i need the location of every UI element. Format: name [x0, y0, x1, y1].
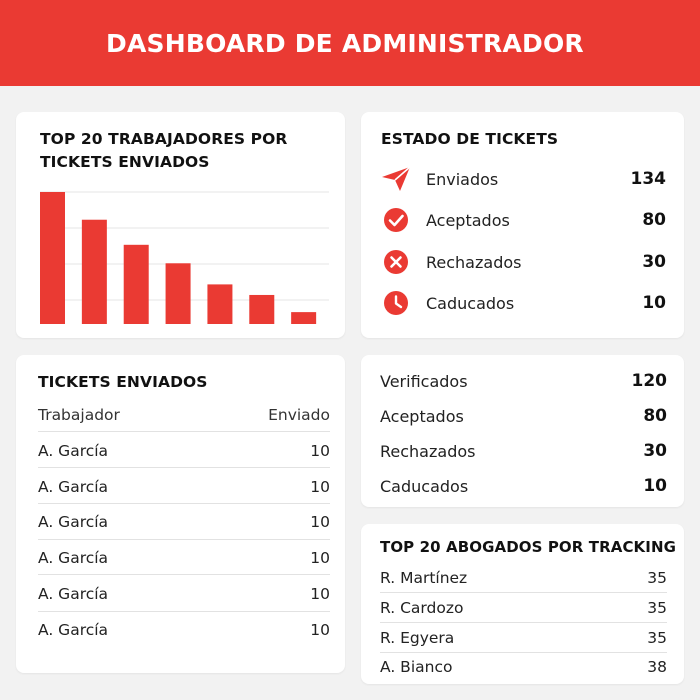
app-header: DASHBOARD DE ADMINISTRADOR — [0, 0, 700, 86]
status-label: Rechazados — [426, 252, 522, 272]
divider — [38, 467, 330, 468]
table-row[interactable]: A. García 10 — [38, 576, 330, 612]
summary-row-accepted[interactable]: Aceptados 80 — [380, 401, 667, 431]
lawyer-name: A. Bianco — [380, 658, 453, 676]
list-item[interactable]: R. Martínez 35 — [380, 564, 667, 592]
tickets-sent-title: TICKETS ENVIADOS — [38, 373, 208, 391]
list-item[interactable]: R. Cardozo 35 — [380, 594, 667, 622]
top-lawyers-card: TOP 20 ABOGADOS POR TRACKING R. Martínez… — [361, 524, 684, 684]
status-value: 134 — [630, 169, 667, 189]
send-icon — [381, 164, 411, 194]
status-value: 30 — [642, 252, 666, 272]
status-row-expired[interactable]: Caducados 10 — [381, 288, 666, 318]
worker-name: A. García — [38, 478, 109, 496]
chart-bar[interactable] — [207, 284, 233, 324]
chart-bar[interactable] — [81, 219, 107, 324]
status-row-rejected[interactable]: Rechazados 30 — [381, 247, 666, 277]
chart-bar[interactable] — [40, 192, 65, 324]
status-value: 80 — [642, 210, 666, 230]
summary-label: Verificados — [380, 371, 468, 391]
summary-row-expired[interactable]: Caducados 10 — [380, 471, 667, 501]
sent-count: 10 — [310, 585, 330, 603]
summary-card: Verificados 120 Aceptados 80 Rechazados … — [361, 355, 684, 507]
sent-count: 10 — [310, 478, 330, 496]
top-workers-chart — [40, 191, 329, 324]
worker-name: A. García — [38, 513, 109, 531]
table-row[interactable]: A. García 10 — [38, 504, 330, 540]
chart-bar[interactable] — [291, 312, 317, 324]
divider — [38, 431, 330, 432]
x-circle-icon — [381, 247, 411, 277]
lawyer-name: R. Cardozo — [380, 599, 464, 617]
summary-label: Caducados — [380, 476, 469, 496]
tickets-sent-card: TICKETS ENVIADOS Trabajador Enviado A. G… — [16, 355, 345, 673]
list-item[interactable]: A. Bianco 38 — [380, 653, 667, 681]
top-workers-card: TOP 20 TRABAJADORES POR TICKETS ENVIADOS — [16, 112, 345, 338]
summary-row-verified[interactable]: Verificados 120 — [380, 366, 667, 396]
sent-count: 10 — [310, 442, 330, 460]
sent-count: 10 — [310, 513, 330, 531]
lawyer-value: 35 — [647, 569, 667, 587]
summary-label: Aceptados — [380, 406, 464, 426]
summary-value: 10 — [643, 476, 667, 496]
ticket-status-card: ESTADO DE TICKETS Enviados 134 Aceptados… — [361, 112, 684, 338]
top-lawyers-title: TOP 20 ABOGADOS POR TRACKING — [380, 538, 677, 556]
check-circle-icon — [381, 205, 411, 235]
lawyer-name: R. Martínez — [380, 569, 468, 587]
chart-bar[interactable] — [165, 263, 191, 324]
sent-count: 10 — [310, 621, 330, 639]
divider — [38, 574, 330, 575]
summary-value: 30 — [643, 441, 667, 461]
table-row[interactable]: A. García 10 — [38, 469, 330, 505]
column-header-sent: Enviado — [268, 406, 330, 424]
summary-label: Rechazados — [380, 441, 476, 461]
sent-count: 10 — [310, 549, 330, 567]
lawyer-value: 35 — [647, 599, 667, 617]
status-label: Caducados — [426, 293, 515, 313]
lawyer-value: 35 — [647, 629, 667, 647]
list-item[interactable]: R. Egyera 35 — [380, 624, 667, 652]
page-title: DASHBOARD DE ADMINISTRADOR — [106, 28, 584, 58]
clock-icon — [381, 288, 411, 318]
worker-name: A. García — [38, 442, 109, 460]
status-label: Enviados — [426, 169, 499, 189]
status-row-sent[interactable]: Enviados 134 — [381, 164, 666, 194]
chart-bar[interactable] — [123, 244, 149, 324]
chart-bar[interactable] — [249, 294, 275, 324]
table-row[interactable]: A. García 10 — [38, 612, 330, 648]
summary-value: 80 — [643, 406, 667, 426]
divider — [380, 622, 667, 623]
status-row-accepted[interactable]: Aceptados 80 — [381, 205, 666, 235]
table-row[interactable]: A. García 10 — [38, 540, 330, 576]
lawyer-value: 38 — [647, 658, 667, 676]
table-row[interactable]: A. García 10 — [38, 433, 330, 469]
table-header: Trabajador Enviado — [38, 397, 330, 433]
status-label: Aceptados — [426, 210, 510, 230]
lawyer-name: R. Egyera — [380, 629, 455, 647]
summary-value: 120 — [631, 371, 668, 391]
ticket-status-title: ESTADO DE TICKETS — [381, 130, 559, 148]
column-header-worker: Trabajador — [38, 406, 120, 424]
worker-name: A. García — [38, 585, 109, 603]
summary-row-rejected[interactable]: Rechazados 30 — [380, 436, 667, 466]
status-value: 10 — [642, 293, 666, 313]
worker-name: A. García — [38, 621, 109, 639]
divider — [380, 592, 667, 593]
worker-name: A. García — [38, 549, 109, 567]
